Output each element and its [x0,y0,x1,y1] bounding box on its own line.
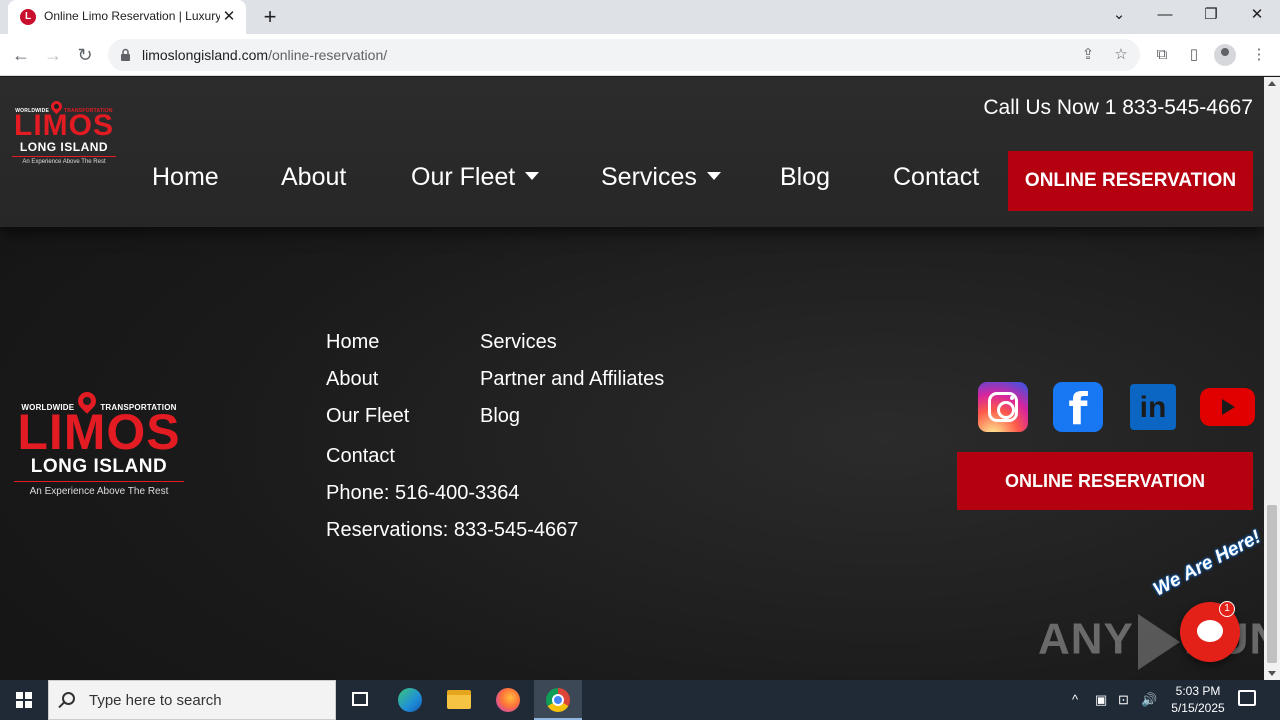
instagram-icon[interactable] [978,382,1028,432]
folder-icon [447,690,471,709]
tab-search-icon[interactable]: ⌄ [1096,0,1142,30]
footer-phone[interactable]: Phone: 516-400-3364 [326,482,520,505]
share-icon[interactable]: ⇪ [1078,45,1098,65]
tray-device-icon[interactable]: ▣ [1095,692,1107,708]
logo-name: LIMOS [14,109,114,142]
address-bar[interactable]: limoslongisland.com/online-reservation/ … [108,39,1140,71]
volume-icon[interactable]: 🔊 [1141,692,1157,708]
nav-our-fleet-label: Our Fleet [411,163,516,191]
footer-link-contact[interactable]: Contact [326,445,395,468]
browser-toolbar: ← → ↻ limoslongisland.com/online-reserva… [0,34,1280,76]
logo-subname: LONG ISLAND [14,456,184,482]
nav-about[interactable]: About [281,163,346,192]
edge-icon [398,688,422,712]
nav-services[interactable]: Services [601,163,721,192]
profile-avatar-icon[interactable] [1214,44,1236,66]
youtube-icon[interactable] [1200,388,1255,426]
browser-tab-active[interactable]: L Online Limo Reservation | Luxury ✕ [8,0,246,34]
browser-menu-icon[interactable]: ⋮ [1248,44,1270,66]
network-icon[interactable]: ⊡ [1118,692,1129,708]
url-domain: limoslongisland.com [142,47,269,63]
scroll-down-arrow-icon[interactable] [1268,671,1276,676]
linkedin-icon[interactable]: in [1130,384,1176,430]
logo-subname: LONG ISLAND [12,140,116,158]
browser-tabstrip: L Online Limo Reservation | Luxury ✕ + ⌄… [0,0,1280,34]
nav-contact[interactable]: Contact [893,163,979,192]
new-tab-button[interactable]: + [258,5,282,29]
tab-close-icon[interactable]: ✕ [220,8,238,26]
site-favicon-icon: L [20,9,36,25]
url-text[interactable]: limoslongisland.com/online-reservation/ [142,47,387,63]
taskbar-search-placeholder: Type here to search [89,692,222,709]
reload-button[interactable]: ↻ [72,42,98,68]
footer-reservations-phone[interactable]: Reservations: 833-545-4667 [326,519,578,542]
caret-down-icon [706,172,721,181]
search-icon [62,692,75,705]
url-path: /online-reservation/ [268,47,388,63]
task-view-icon [352,692,368,706]
scroll-thumb[interactable] [1267,505,1277,663]
back-button[interactable]: ← [8,42,34,68]
nav-our-fleet[interactable]: Our Fleet [411,163,540,192]
logo-name: LIMOS [17,404,181,460]
logo-tagline: An Experience Above The Rest [22,159,106,166]
chrome-taskbar-button[interactable] [534,680,582,720]
footer-link-home[interactable]: Home [326,331,379,354]
caret-down-icon [525,172,540,181]
minimize-button[interactable]: — [1142,0,1188,30]
page-scrollbar[interactable] [1264,77,1280,680]
page-viewport: WORLDWIDE TRANSPORTATION LIMOS LONG ISLAN… [0,77,1264,680]
footer-logo[interactable]: WORLDWIDE TRANSPORTATION LIMOS LONG ISLAN… [14,388,184,497]
play-icon [1137,614,1180,670]
watermark-any: ANY [1038,614,1134,664]
start-button[interactable] [0,680,48,720]
notification-center-icon[interactable] [1238,690,1256,706]
windows-logo-icon [16,692,32,708]
footer-link-blog[interactable]: Blog [480,405,520,428]
clock-time: 5:03 PM [1175,684,1221,698]
nav-blog[interactable]: Blog [780,163,830,192]
forward-button[interactable]: → [40,42,66,68]
taskbar-clock[interactable]: 5:03 PM 5/15/2025 [1166,683,1230,717]
bookmark-star-icon[interactable]: ☆ [1111,45,1131,65]
footer-link-services[interactable]: Services [480,331,557,354]
chat-close-icon[interactable]: ✕ [1242,557,1252,571]
firefox-icon [496,688,520,712]
extensions-icon[interactable]: ⧉ [1151,44,1173,66]
side-panel-icon[interactable]: ▯ [1183,44,1205,66]
header-online-reservation-button[interactable]: ONLINE RESERVATION [1008,151,1253,211]
lock-icon[interactable] [120,48,131,62]
tray-chevron-icon[interactable]: ^ [1072,692,1078,707]
footer-link-partners[interactable]: Partner and Affiliates [480,368,664,391]
edge-taskbar-button[interactable] [386,680,434,720]
chat-unread-badge: 1 [1219,601,1235,617]
chrome-icon [546,688,570,712]
restore-button[interactable]: ❐ [1188,0,1234,30]
task-view-button[interactable] [336,680,384,720]
footer-link-our-fleet[interactable]: Our Fleet [326,405,409,428]
header-logo[interactable]: WORLDWIDE TRANSPORTATION LIMOS LONG ISLAN… [12,98,116,166]
nav-services-label: Services [601,163,697,191]
call-us-phone[interactable]: Call Us Now 1 833-545-4667 [983,96,1253,120]
firefox-taskbar-button[interactable] [484,680,532,720]
footer-online-reservation-button[interactable]: ONLINE RESERVATION [957,452,1253,510]
windows-taskbar: Type here to search ^ ▣ ⊡ 🔊 5:03 PM 5/15… [0,680,1280,720]
taskbar-search-box[interactable]: Type here to search [48,680,336,720]
close-window-button[interactable]: ✕ [1234,0,1280,30]
clock-date: 5/15/2025 [1171,701,1225,715]
nav-home[interactable]: Home [152,163,219,192]
footer-link-about[interactable]: About [326,368,378,391]
logo-tagline: An Experience Above The Rest [29,485,169,497]
tab-title: Online Limo Reservation | Luxury [44,9,220,23]
file-explorer-taskbar-button[interactable] [435,680,483,720]
site-header: WORLDWIDE TRANSPORTATION LIMOS LONG ISLAN… [0,77,1264,227]
instagram-dot [1010,396,1014,400]
facebook-icon[interactable]: f [1053,382,1103,435]
scroll-up-arrow-icon[interactable] [1268,81,1276,86]
